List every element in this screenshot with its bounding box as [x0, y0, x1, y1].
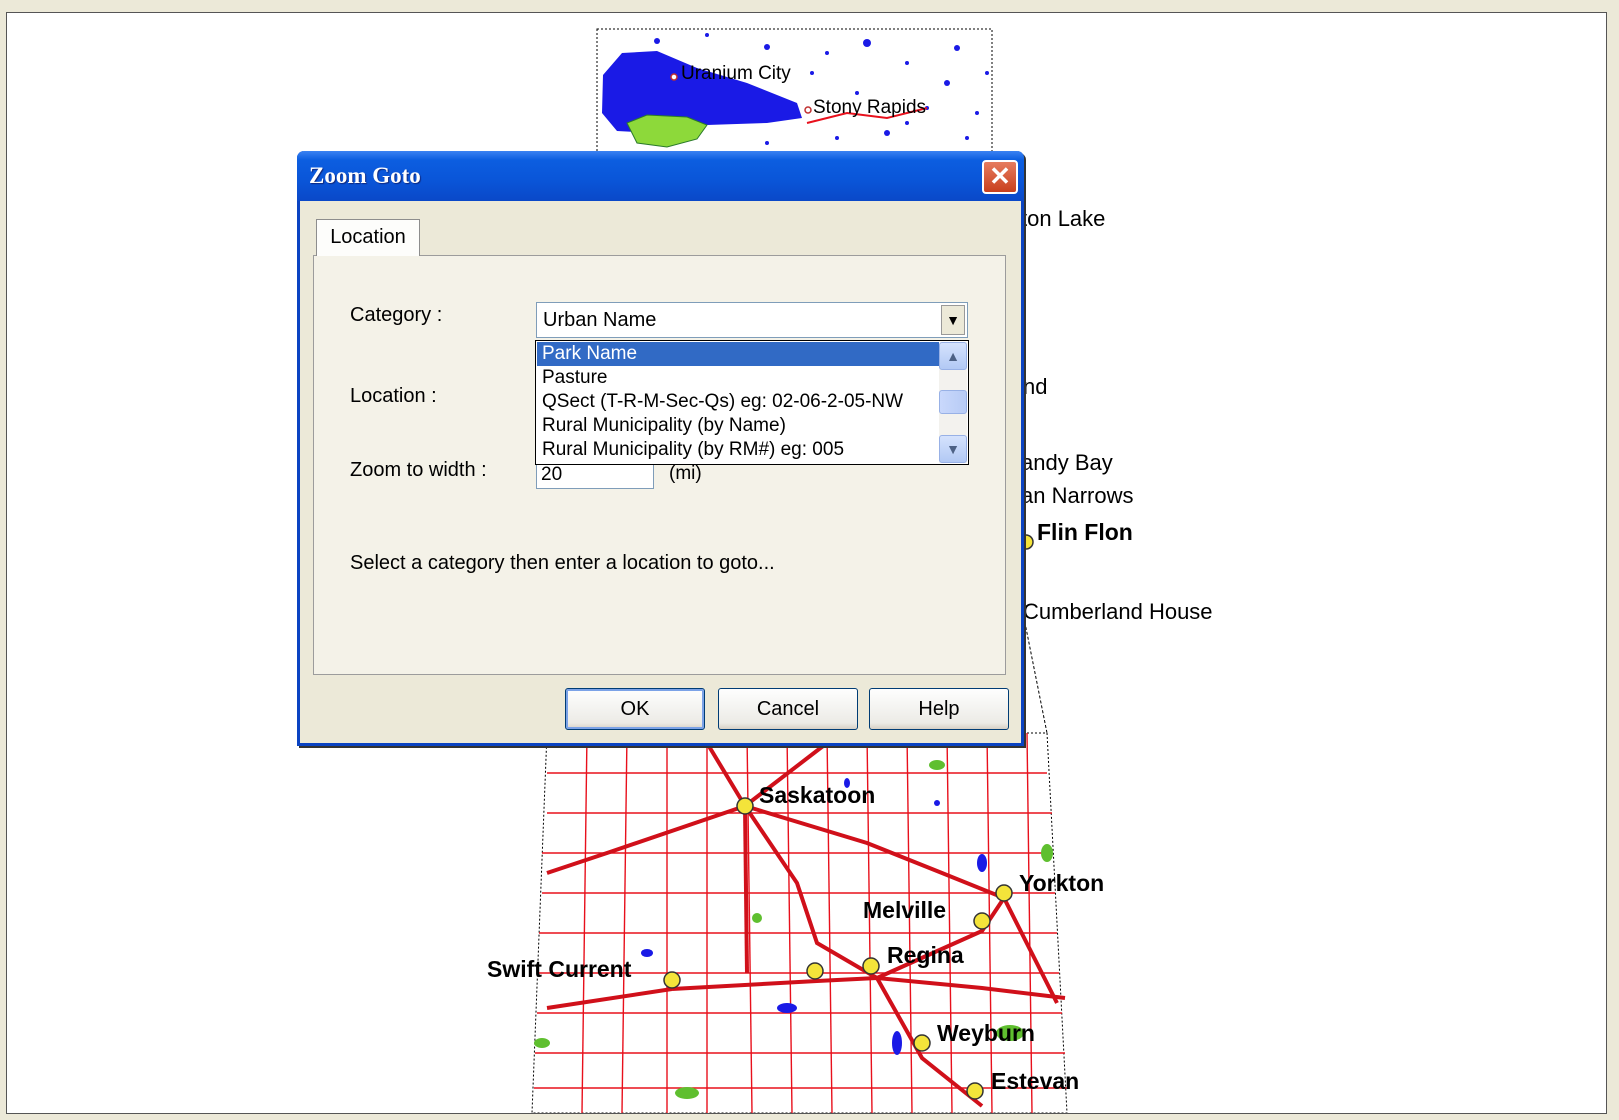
close-icon: ✕ — [989, 161, 1011, 191]
city-dot-stony-rapids — [804, 106, 812, 114]
location-label: Location : — [350, 385, 437, 407]
chevron-down-icon[interactable]: ▼ — [941, 305, 965, 335]
city-dot-regina — [862, 957, 880, 975]
scroll-up-icon[interactable]: ▲ — [939, 342, 967, 370]
dropdown-item-park-name[interactable]: Park Name — [537, 342, 942, 366]
dropdown-item-rm-by-name[interactable]: Rural Municipality (by Name) — [537, 414, 942, 438]
city-dot-weyburn — [913, 1034, 931, 1052]
city-label-sandy-bay: andy Bay — [1021, 450, 1113, 475]
tab-location[interactable]: Location — [316, 219, 420, 256]
hint-text: Select a category then enter a location … — [350, 552, 775, 574]
city-label-saskatoon: Saskatoon — [759, 782, 876, 808]
city-label-flin-flon: Flin Flon — [1037, 519, 1133, 545]
city-label-pelican-narrows: an Narrows — [1021, 483, 1134, 508]
close-button[interactable]: ✕ — [982, 160, 1018, 194]
dialog-titlebar[interactable]: Zoom Goto ✕ — [297, 151, 1024, 201]
ok-button[interactable]: OK — [565, 688, 705, 730]
dropdown-scrollbar[interactable]: ▲ ▼ — [939, 342, 967, 463]
dropdown-item-pasture[interactable]: Pasture — [537, 366, 942, 390]
scrollbar-thumb[interactable] — [939, 390, 967, 414]
city-dot-melville — [973, 912, 991, 930]
city-dot-uranium-city — [670, 73, 678, 81]
city-label-yorkton: Yorkton — [1019, 870, 1105, 896]
scroll-down-icon[interactable]: ▼ — [939, 435, 967, 463]
dropdown-item-qsect[interactable]: QSect (T-R-M-Sec-Qs) eg: 02-06-2-05-NW — [537, 390, 942, 414]
city-dot-moose-jaw — [806, 962, 824, 980]
zoom-unit-label: (mi) — [669, 463, 702, 484]
city-label-regina: Regina — [887, 942, 964, 968]
city-label-melville: Melville — [863, 897, 947, 923]
city-dot-swift-current — [663, 971, 681, 989]
category-dropdown-list[interactable]: Park Name Pasture QSect (T-R-M-Sec-Qs) e… — [535, 340, 969, 465]
dropdown-item-rm-by-number[interactable]: Rural Municipality (by RM#) eg: 005 — [537, 438, 942, 462]
city-label-swift-current: Swift Current — [487, 956, 632, 982]
category-select-value: Urban Name — [543, 309, 657, 331]
category-label: Category : — [350, 304, 443, 326]
city-label-estevan: Estevan — [991, 1068, 1080, 1094]
category-select[interactable]: Urban Name ▼ — [536, 302, 968, 338]
city-label-stony-rapids: Stony Rapids — [813, 97, 927, 118]
cancel-button[interactable]: Cancel — [718, 688, 858, 730]
city-dot-estevan — [966, 1082, 984, 1100]
city-dot-yorkton — [995, 884, 1013, 902]
city-dot-saskatoon — [736, 797, 754, 815]
city-label-uranium-city: Uranium City — [681, 63, 791, 84]
city-label-ton-lake: ton Lake — [1021, 206, 1106, 231]
help-button[interactable]: Help — [869, 688, 1009, 730]
dialog-title: Zoom Goto — [309, 163, 421, 188]
city-label-weyburn: Weyburn — [937, 1020, 1035, 1046]
city-label-nd: nd — [1023, 374, 1048, 399]
zoom-width-label: Zoom to width : — [350, 459, 487, 481]
city-label-cumberland-house: Cumberland House — [1023, 599, 1213, 624]
zoom-width-input[interactable]: 20 — [536, 461, 654, 489]
